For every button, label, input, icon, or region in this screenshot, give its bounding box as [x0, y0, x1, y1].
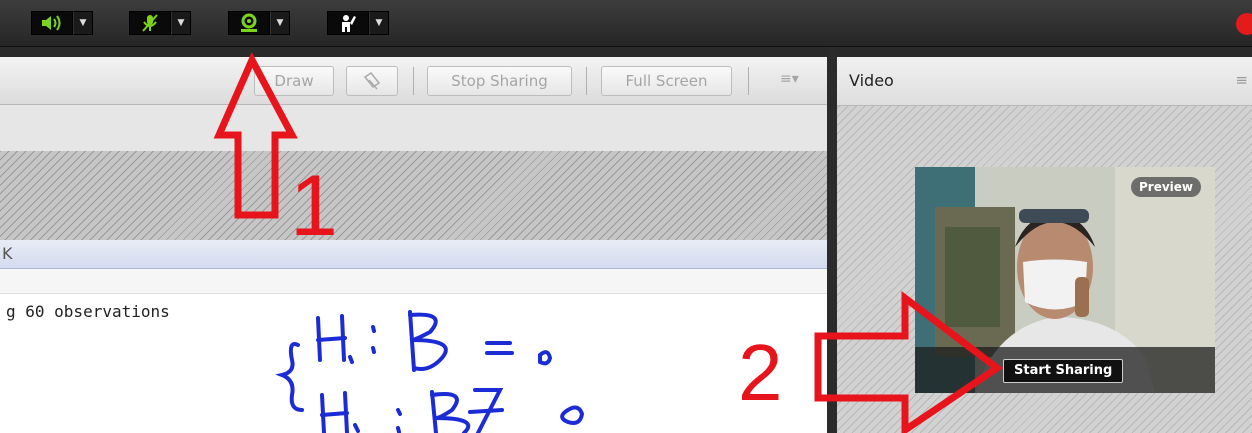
shared-window-toolbar [0, 269, 827, 294]
stop-sharing-button[interactable]: Stop Sharing [427, 66, 572, 96]
meeting-toolbar: ▼ ▼ ▼ ▼ [0, 0, 1252, 47]
microphone-button[interactable] [129, 11, 171, 35]
share-pod: Draw Stop Sharing Full Screen ≡▾ K g 60 … [0, 47, 827, 433]
share-background [0, 151, 827, 240]
pod-menu-icon[interactable]: ≡▾ [780, 71, 799, 87]
toolbar-separator [413, 67, 414, 95]
toolbar-separator [586, 67, 587, 95]
preview-badge: Preview [1130, 177, 1201, 197]
pointer-icon [363, 71, 381, 90]
microphone-muted-icon [142, 14, 158, 32]
speaker-dropdown-arrow[interactable]: ▼ [73, 11, 93, 35]
start-sharing-button[interactable]: Start Sharing [1003, 359, 1124, 383]
share-pod-toolbar: Draw Stop Sharing Full Screen ≡▾ [0, 57, 827, 105]
status-control[interactable]: ▼ [327, 11, 389, 35]
video-control-bar: Start Sharing [915, 347, 1215, 393]
speaker-control[interactable]: ▼ [31, 11, 93, 35]
camera-button[interactable] [228, 11, 270, 35]
shared-application-window: K g 60 observations [0, 240, 827, 433]
raise-hand-button[interactable] [327, 11, 369, 35]
full-screen-button[interactable]: Full Screen [601, 66, 732, 96]
pod-divider [827, 47, 837, 433]
share-status-strip [0, 105, 827, 152]
camera-control[interactable]: ▼ [228, 11, 290, 35]
webcam-icon [241, 13, 257, 32]
toolbar-separator [748, 67, 749, 95]
video-pod-header: Video ≡ [837, 57, 1252, 106]
shared-window-title: K [2, 244, 13, 263]
camera-dropdown-arrow[interactable]: ▼ [270, 11, 290, 35]
video-pod-title: Video [849, 71, 894, 90]
draw-button[interactable]: Draw [254, 66, 334, 96]
video-pod-menu-icon[interactable]: ≡ [1235, 71, 1248, 89]
speaker-button[interactable] [31, 11, 73, 35]
status-dropdown-arrow[interactable]: ▼ [369, 11, 389, 35]
video-pod: Video ≡ Preview Start Sharing [837, 57, 1252, 433]
recording-indicator [1236, 13, 1252, 35]
microphone-dropdown-arrow[interactable]: ▼ [171, 11, 191, 35]
speaker-icon [42, 15, 61, 31]
output-text-line: g 60 observations [6, 302, 170, 321]
raise-hand-icon [342, 15, 356, 32]
webcam-preview: Preview Start Sharing [915, 167, 1215, 393]
shared-window-titlebar: K [0, 240, 827, 269]
microphone-control[interactable]: ▼ [129, 11, 191, 35]
pointer-button[interactable] [346, 66, 398, 96]
